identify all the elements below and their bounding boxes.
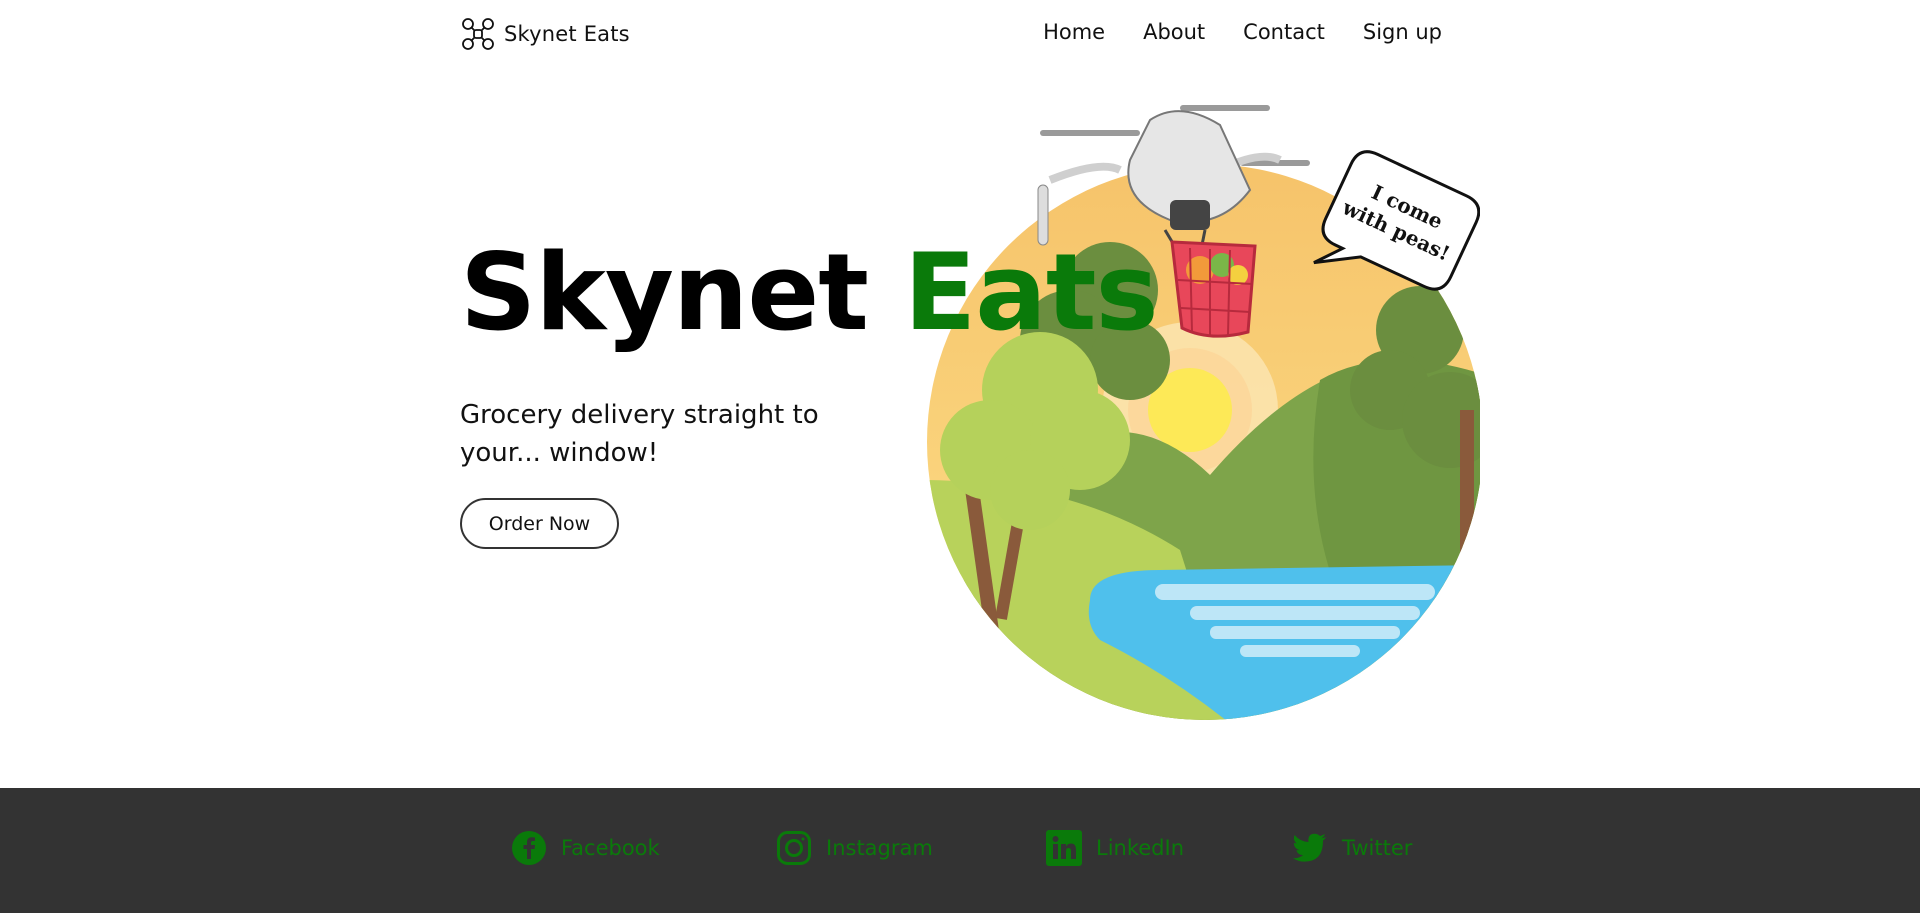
instagram-label: Instagram [826, 836, 933, 860]
nav-contact-link[interactable]: Contact [1243, 20, 1325, 44]
order-now-button[interactable]: Order Now [460, 498, 619, 549]
linkedin-label: LinkedIn [1096, 836, 1185, 860]
hero-title: Skynet Eats [460, 240, 1159, 346]
linkedin-link[interactable]: LinkedIn [1046, 830, 1184, 866]
nav-home-link[interactable]: Home [1043, 20, 1105, 44]
nav-about-link[interactable]: About [1143, 20, 1205, 44]
facebook-link[interactable]: Facebook [511, 830, 660, 866]
drone-icon [461, 17, 495, 51]
hero-tagline: Grocery delivery straight to your... win… [460, 400, 819, 468]
top-nav: Skynet Eats Home About Contact Sign up [0, 0, 1920, 70]
twitter-icon [1292, 830, 1328, 866]
footer: Facebook Instagram LinkedIn Twitter [0, 788, 1920, 913]
brand-name: Skynet Eats [504, 22, 630, 46]
instagram-icon [776, 830, 812, 866]
facebook-icon [511, 830, 547, 866]
twitter-label: Twitter [1342, 836, 1413, 860]
linkedin-icon [1046, 830, 1082, 866]
brand[interactable]: Skynet Eats [461, 17, 630, 51]
facebook-label: Facebook [561, 836, 660, 860]
instagram-link[interactable]: Instagram [776, 830, 933, 866]
hero-illustration: I come with peas! [920, 80, 1480, 740]
nav-links: Home About Contact Sign up [1043, 20, 1442, 44]
hero-title-part2: Eats [903, 231, 1159, 354]
nav-signup-link[interactable]: Sign up [1363, 20, 1442, 44]
hero-title-part1: Skynet [460, 231, 869, 354]
hero-section: Skynet Eats Grocery delivery straight to… [460, 240, 1159, 549]
twitter-link[interactable]: Twitter [1292, 830, 1412, 866]
